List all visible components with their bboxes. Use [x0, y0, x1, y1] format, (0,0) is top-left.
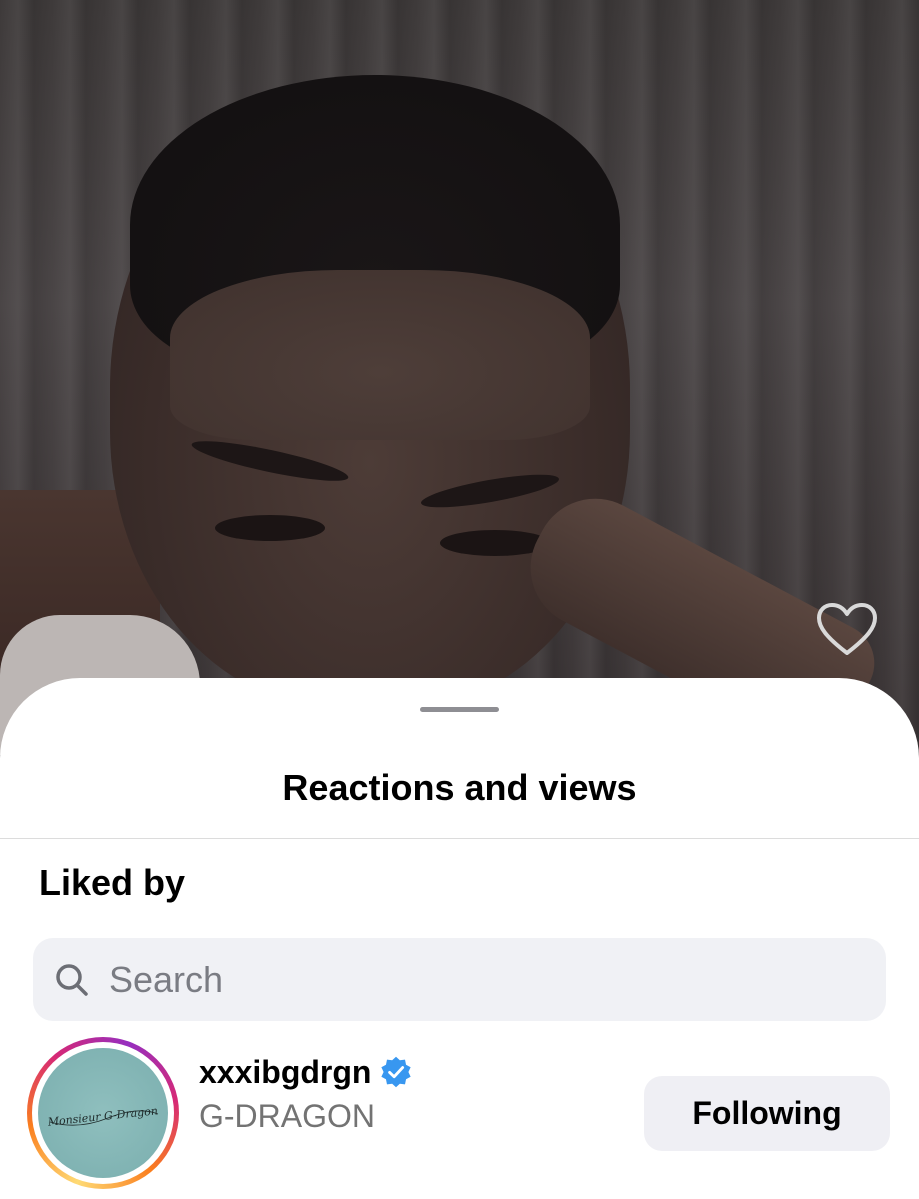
liked-by-label: Liked by: [39, 862, 186, 903]
avatar: Monsieur G-Dragon: [38, 1048, 168, 1178]
reactions-sheet: Reactions and views Liked by Monsieur G-…: [0, 678, 919, 1199]
header-divider: [0, 838, 919, 839]
heart-icon: [817, 603, 877, 655]
like-button[interactable]: [812, 598, 882, 660]
video-frame: [0, 0, 919, 760]
liked-by-user-row[interactable]: Monsieur G-Dragon xxxibgdrgn G-DRAGON Fo…: [0, 1034, 919, 1194]
username-link[interactable]: xxxibgdrgn: [199, 1052, 413, 1092]
story-ring[interactable]: Monsieur G-Dragon: [27, 1037, 179, 1189]
sheet-grabber[interactable]: [420, 707, 499, 712]
search-input[interactable]: [107, 957, 811, 1002]
svg-text:Monsieur G-Dragon: Monsieur G-Dragon: [46, 1104, 158, 1129]
avatar-signature-logo: Monsieur G-Dragon: [46, 1104, 158, 1129]
search-bar[interactable]: [33, 938, 886, 1021]
left-eye: [215, 515, 325, 541]
following-button[interactable]: Following: [644, 1076, 890, 1151]
search-icon: [55, 962, 91, 998]
full-name: G-DRAGON: [199, 1098, 375, 1134]
sheet-title: Reactions and views: [282, 767, 637, 808]
username: xxxibgdrgn: [199, 1054, 372, 1090]
verified-badge-icon: [381, 1056, 412, 1088]
person-forehead: [170, 270, 590, 440]
